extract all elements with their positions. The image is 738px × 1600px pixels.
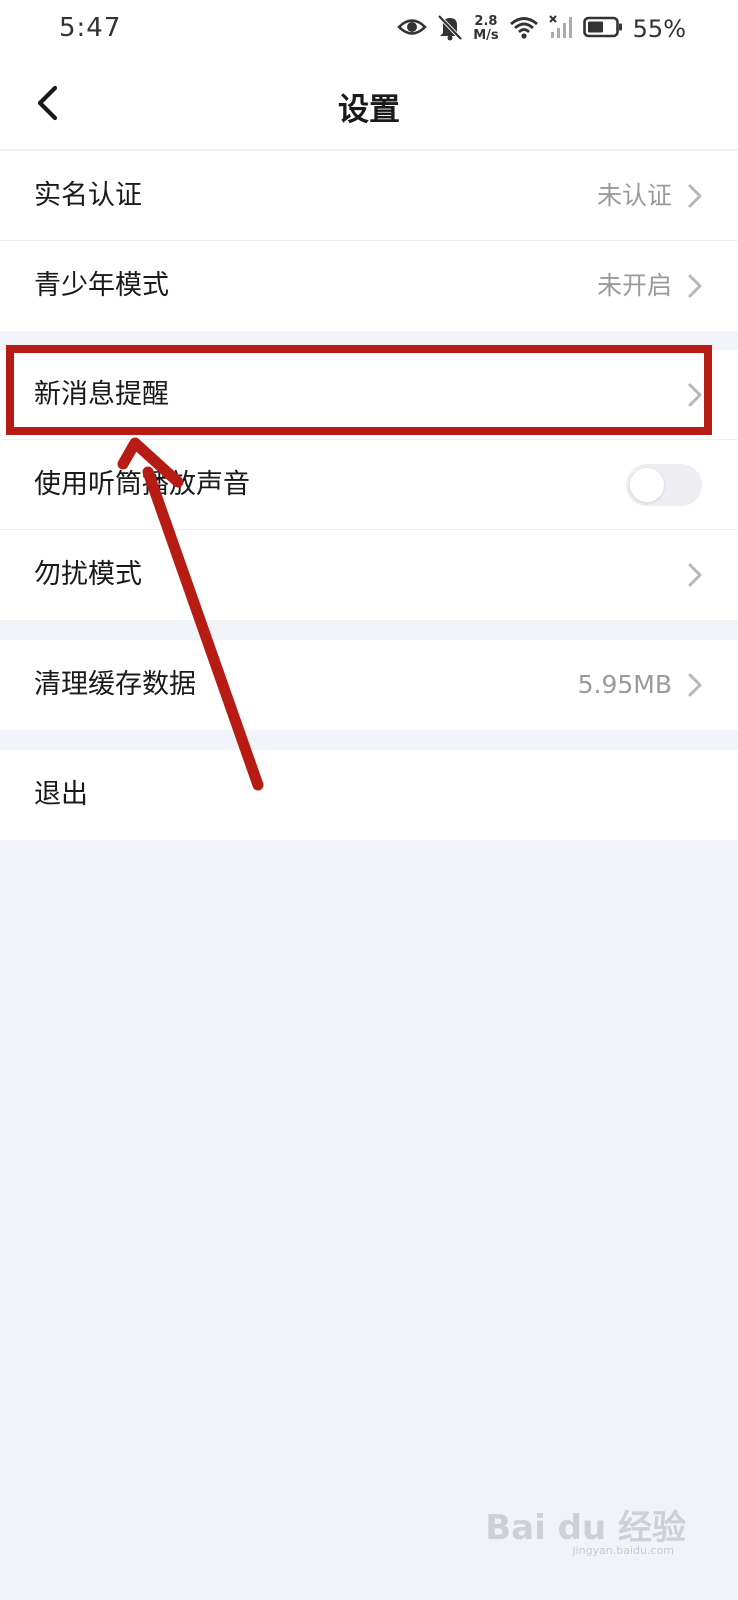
- watermark-url: jingyan.baidu.com: [572, 1544, 674, 1557]
- watermark-logo: Bai du 经验: [485, 1508, 686, 1548]
- annotation-arrow: [117, 437, 264, 791]
